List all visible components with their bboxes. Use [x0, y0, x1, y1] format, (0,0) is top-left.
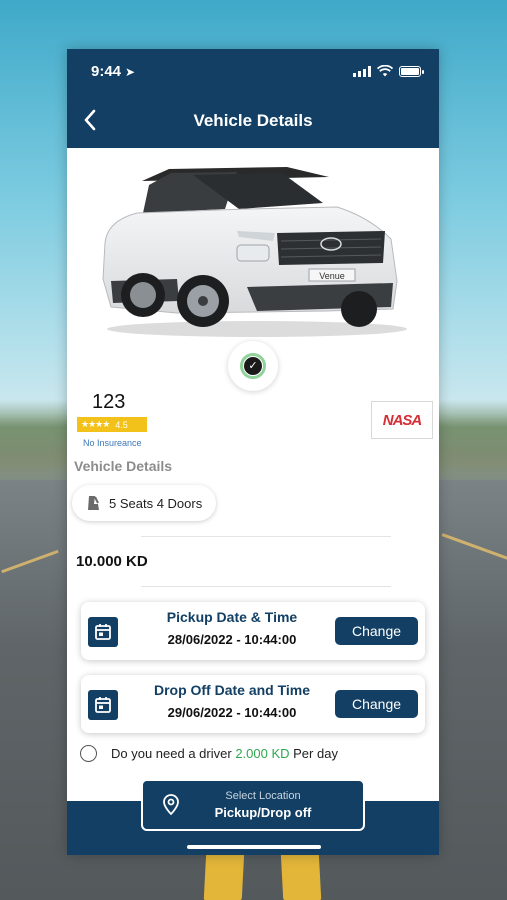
driver-label: Do you need a driver 2.000 KD Per day — [111, 746, 338, 761]
price: 10.000 KD — [76, 553, 148, 570]
wifi-icon — [377, 65, 393, 77]
divider — [141, 536, 391, 537]
pickup-title: Pickup Date & Time — [166, 609, 298, 625]
selected-check-icon[interactable]: ✓ — [228, 341, 278, 391]
driver-option[interactable]: Do you need a driver 2.000 KD Per day — [80, 745, 338, 762]
dropoff-change-button[interactable]: Change — [335, 690, 418, 718]
brand-logo: NASA — [371, 401, 433, 439]
car-name: 123 — [92, 391, 126, 413]
pickup-value: 28/06/2022 - 10:44:00 — [167, 632, 297, 647]
location-pin-icon — [163, 794, 179, 816]
pickup-change-button[interactable]: Change — [335, 617, 418, 645]
rating-value: 4.5 — [115, 419, 128, 430]
dropoff-title: Drop Off Date and Time — [153, 682, 311, 698]
home-indicator — [187, 845, 321, 849]
calendar-icon — [88, 617, 118, 647]
battery-icon — [399, 65, 424, 77]
signal-icon — [353, 65, 371, 77]
calendar-icon — [88, 690, 118, 720]
status-time-text: 9:44 — [91, 63, 122, 80]
location-subtitle: Select Location — [225, 790, 301, 802]
dropoff-card: Drop Off Date and Time 29/06/2022 - 10:4… — [81, 675, 425, 733]
road-line-right — [280, 852, 322, 900]
location-arrow-icon: ➤ — [125, 65, 136, 79]
section-title: Vehicle Details — [74, 458, 173, 474]
feature-text: 5 Seats 4 Doors — [109, 495, 203, 511]
driver-radio[interactable] — [80, 745, 97, 762]
divider — [141, 586, 391, 587]
location-label: Pickup/Drop off — [214, 805, 312, 820]
rating-stars-icon: ★★★★ — [81, 419, 110, 429]
road-line-left — [203, 852, 245, 900]
driver-suffix: Per day — [293, 746, 338, 761]
pickup-card: Pickup Date & Time 28/06/2022 - 10:44:00… — [81, 602, 425, 660]
status-icons — [353, 65, 424, 77]
plate-text: Venue — [319, 271, 345, 281]
status-time: 9:44 ➤ — [91, 63, 135, 80]
phone-screen: 9:44 ➤ Vehicle Details Venue ✓ 123 ★★★★ … — [67, 49, 439, 855]
seat-icon — [88, 496, 99, 510]
page-title: Vehicle Details — [193, 111, 313, 130]
select-location-button[interactable]: Select Location Pickup/Drop off — [141, 779, 365, 831]
car-image: Venue — [102, 167, 407, 337]
driver-price: 2.000 KD — [235, 746, 290, 761]
driver-prefix: Do you need a driver — [111, 746, 232, 761]
dropoff-value: 29/06/2022 - 10:44:00 — [167, 705, 297, 720]
rating-badge: ★★★★ 4.5 — [77, 417, 147, 432]
header-bar: 9:44 ➤ Vehicle Details — [67, 49, 439, 148]
insurance-text: No Insureance — [83, 438, 142, 448]
feature-chip: 5 Seats 4 Doors — [72, 485, 216, 521]
